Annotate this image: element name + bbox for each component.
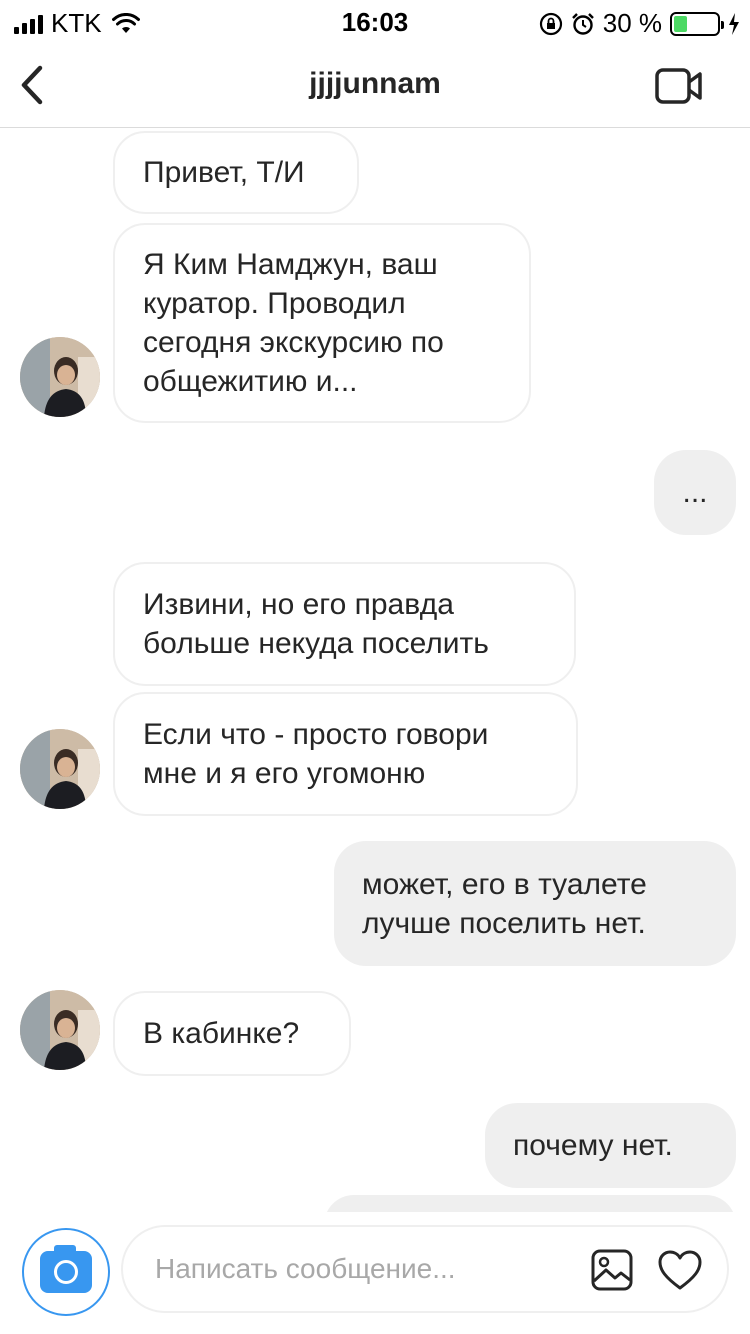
like-heart-button[interactable]	[657, 1249, 703, 1291]
message-outgoing[interactable]: может, его в туалете лучше поселить нет.	[334, 841, 736, 966]
message-text: почему нет.	[513, 1129, 673, 1162]
message-outgoing[interactable]	[324, 1195, 736, 1212]
message-composer	[0, 1212, 750, 1334]
message-text: может, его в туалете лучше поселить нет.	[362, 867, 647, 940]
video-call-button[interactable]	[654, 66, 704, 106]
chat-title[interactable]: jjjjunnam	[0, 67, 750, 101]
message-thread[interactable]: Привет, Т/И Я Ким Намджун, ваш куратор. …	[0, 129, 750, 1212]
message-text: В кабинке?	[143, 1017, 300, 1050]
avatar[interactable]	[20, 990, 100, 1070]
message-text: Если что - просто говори мне и я его уго…	[143, 718, 489, 790]
message-incoming[interactable]: Я Ким Намджун, ваш куратор. Проводил сег…	[113, 223, 531, 423]
message-input[interactable]	[155, 1247, 575, 1291]
message-incoming[interactable]: Если что - просто говори мне и я его уго…	[113, 692, 578, 816]
message-text: ...	[682, 476, 708, 509]
message-text: Привет, Т/И	[143, 156, 305, 189]
message-incoming[interactable]: Извини, но его правда больше некуда посе…	[113, 562, 576, 686]
battery-icon	[670, 11, 724, 36]
message-outgoing[interactable]: почему нет.	[485, 1103, 736, 1188]
status-bar: KTK 16:03 30 %	[0, 0, 750, 42]
rotation-lock-icon	[539, 12, 562, 35]
avatar[interactable]	[20, 337, 100, 417]
message-incoming[interactable]: В кабинке?	[113, 991, 351, 1076]
gallery-button[interactable]	[591, 1249, 633, 1291]
message-text: Я Ким Намджун, ваш куратор. Проводил сег…	[143, 248, 444, 398]
avatar[interactable]	[20, 729, 100, 809]
battery-percent: 30 %	[602, 8, 662, 38]
chat-header: jjjjunnam	[0, 42, 750, 128]
message-incoming[interactable]: Привет, Т/И	[113, 131, 359, 214]
camera-button[interactable]	[22, 1228, 110, 1316]
alarm-icon	[571, 12, 594, 35]
message-text: Извини, но его правда больше некуда посе…	[143, 588, 489, 660]
battery-level-fill	[674, 15, 687, 32]
message-outgoing[interactable]: ...	[654, 450, 736, 535]
camera-icon	[40, 1245, 92, 1293]
message-input-container[interactable]	[121, 1225, 729, 1313]
charging-bolt-icon	[729, 12, 739, 35]
